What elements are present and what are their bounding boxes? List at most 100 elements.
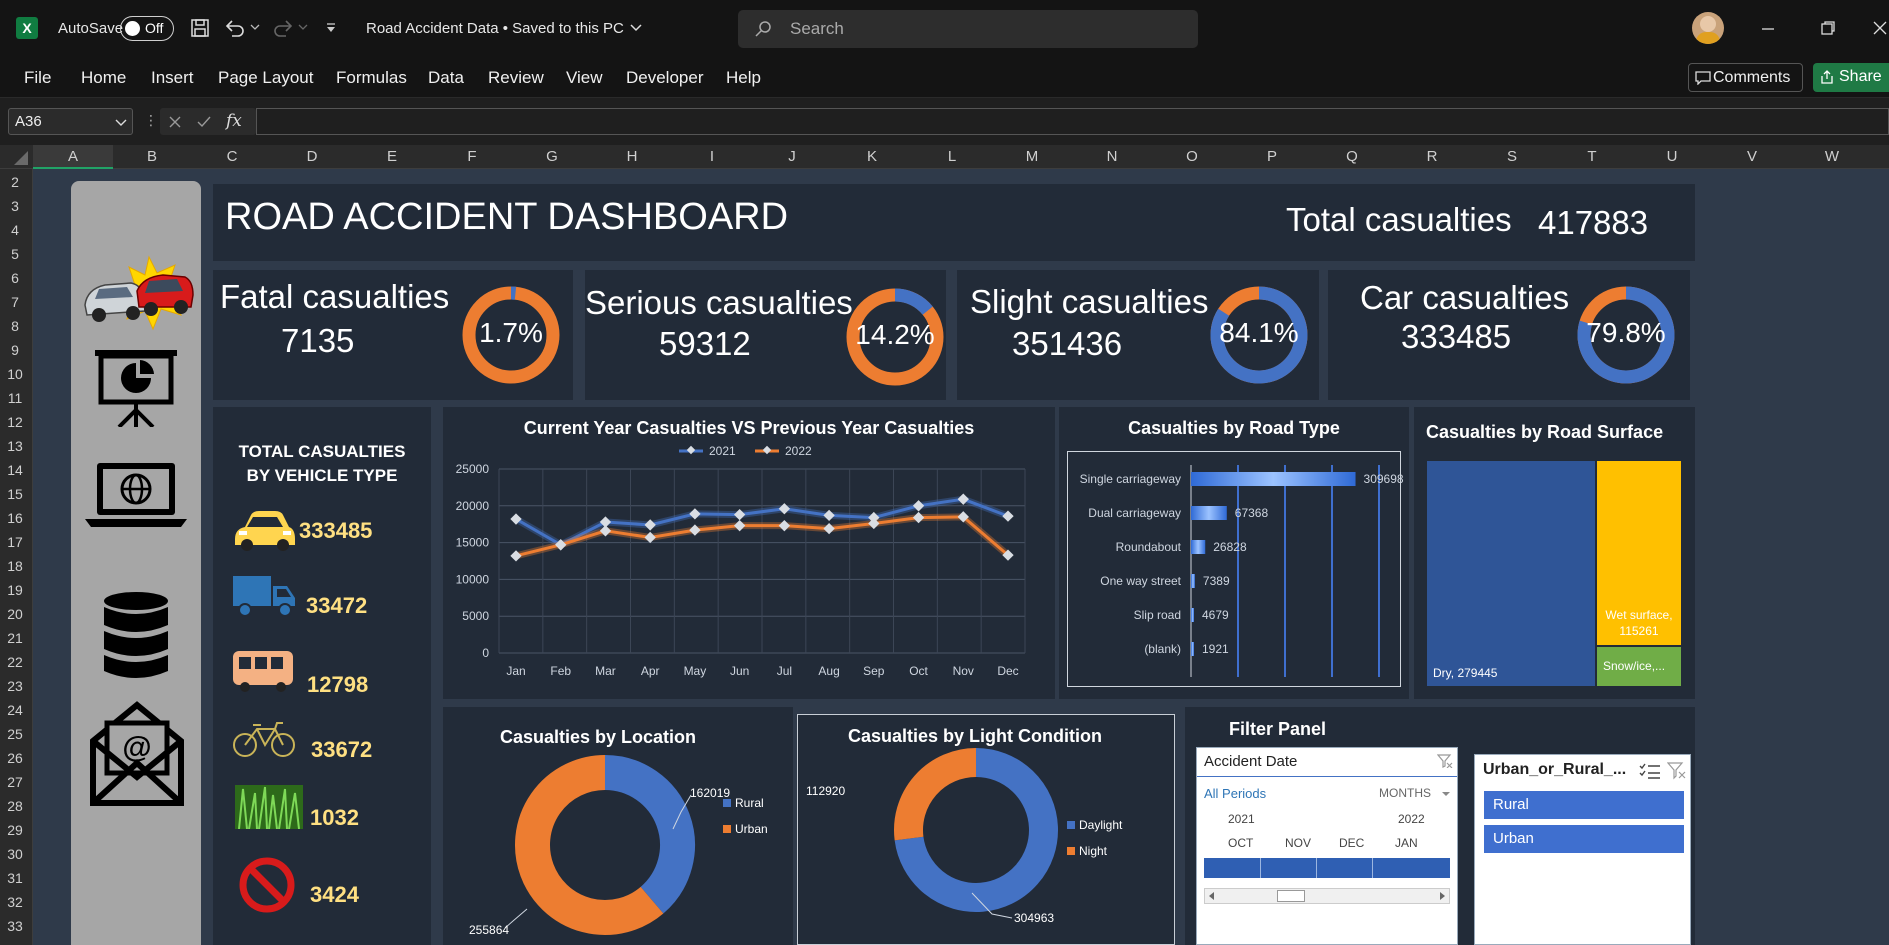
column-header[interactable]: G: [512, 148, 592, 165]
tab-file[interactable]: File: [24, 68, 51, 88]
slicer-item-urban[interactable]: Urban: [1484, 825, 1684, 853]
row-header[interactable]: 20: [0, 606, 30, 622]
date-timeline[interactable]: Accident Date All Periods MONTHS 2021 20…: [1196, 747, 1458, 945]
column-header[interactable]: K: [832, 148, 912, 165]
close-icon[interactable]: [1872, 20, 1888, 36]
row-header[interactable]: 4: [0, 222, 30, 238]
row-header[interactable]: 10: [0, 366, 30, 382]
column-header[interactable]: J: [752, 148, 832, 165]
column-header[interactable]: Q: [1312, 148, 1392, 165]
row-header[interactable]: 28: [0, 798, 30, 814]
multi-select-icon[interactable]: [1639, 762, 1661, 780]
row-header[interactable]: 9: [0, 342, 30, 358]
row-header[interactable]: 22: [0, 654, 30, 670]
scroll-thumb[interactable]: [1277, 890, 1305, 902]
row-header[interactable]: 2: [0, 174, 30, 190]
redo-icon[interactable]: [272, 18, 294, 38]
clear-filter-icon[interactable]: [1437, 754, 1453, 768]
tab-review[interactable]: Review: [488, 68, 544, 88]
slicer-item-rural[interactable]: Rural: [1484, 791, 1684, 819]
row-header[interactable]: 30: [0, 846, 30, 862]
row-header[interactable]: 8: [0, 318, 30, 334]
column-header[interactable]: W: [1792, 148, 1872, 165]
row-header[interactable]: 17: [0, 534, 30, 550]
laptop-globe-icon[interactable]: [83, 461, 189, 531]
column-header[interactable]: N: [1072, 148, 1152, 165]
save-icon[interactable]: [190, 18, 210, 38]
timeline-scrollbar[interactable]: [1204, 888, 1450, 904]
column-header[interactable]: E: [352, 148, 432, 165]
row-header[interactable]: 33: [0, 918, 30, 934]
column-header[interactable]: H: [592, 148, 672, 165]
tab-help[interactable]: Help: [726, 68, 761, 88]
column-header[interactable]: C: [192, 148, 272, 165]
chevron-down-icon[interactable]: [1441, 791, 1451, 797]
column-header[interactable]: R: [1392, 148, 1472, 165]
column-header[interactable]: P: [1232, 148, 1312, 165]
row-header[interactable]: 14: [0, 462, 30, 478]
tab-formulas[interactable]: Formulas: [336, 68, 407, 88]
column-header[interactable]: A: [33, 145, 113, 169]
scroll-left-icon[interactable]: [1207, 891, 1215, 901]
row-header[interactable]: 6: [0, 270, 30, 286]
row-header[interactable]: 11: [0, 390, 30, 406]
row-header[interactable]: 19: [0, 582, 30, 598]
presentation-icon[interactable]: [91, 347, 181, 427]
more-icon[interactable]: ⋮: [144, 112, 158, 129]
column-header[interactable]: T: [1552, 148, 1632, 165]
share-button[interactable]: Share: [1813, 63, 1889, 92]
timeline-range-bar[interactable]: [1204, 858, 1450, 878]
row-header[interactable]: 18: [0, 558, 30, 574]
row-header[interactable]: 3: [0, 198, 30, 214]
column-header[interactable]: O: [1152, 148, 1232, 165]
timeline-level[interactable]: MONTHS: [1379, 786, 1431, 800]
scroll-right-icon[interactable]: [1439, 891, 1447, 901]
column-header[interactable]: D: [272, 148, 352, 165]
enter-icon[interactable]: [196, 115, 212, 129]
search-box[interactable]: Search: [738, 10, 1198, 48]
column-header[interactable]: I: [672, 148, 752, 165]
column-header[interactable]: L: [912, 148, 992, 165]
chevron-down-icon[interactable]: [250, 24, 260, 32]
tab-data[interactable]: Data: [428, 68, 464, 88]
column-header[interactable]: M: [992, 148, 1072, 165]
row-header[interactable]: 32: [0, 894, 30, 910]
chevron-down-icon[interactable]: [298, 24, 308, 32]
row-header[interactable]: 16: [0, 510, 30, 526]
avatar[interactable]: [1692, 12, 1724, 44]
column-header[interactable]: B: [112, 148, 192, 165]
tab-insert[interactable]: Insert: [151, 68, 194, 88]
row-header[interactable]: 31: [0, 870, 30, 886]
formula-input[interactable]: [256, 108, 1889, 135]
row-header[interactable]: 12: [0, 414, 30, 430]
row-header[interactable]: 25: [0, 726, 30, 742]
column-header[interactable]: F: [432, 148, 512, 165]
row-header[interactable]: 23: [0, 678, 30, 694]
cancel-icon[interactable]: [168, 115, 182, 129]
comments-button[interactable]: Comments: [1688, 63, 1803, 92]
tab-view[interactable]: View: [566, 68, 603, 88]
column-header[interactable]: S: [1472, 148, 1552, 165]
select-all-icon[interactable]: [14, 151, 28, 165]
row-header[interactable]: 24: [0, 702, 30, 718]
email-icon[interactable]: @: [89, 701, 185, 807]
undo-icon[interactable]: [224, 18, 246, 38]
tab-page-layout[interactable]: Page Layout: [218, 68, 313, 88]
document-title[interactable]: Road Accident Data • Saved to this PC: [366, 20, 624, 37]
excel-icon[interactable]: X: [16, 17, 38, 39]
row-header[interactable]: 29: [0, 822, 30, 838]
chevron-down-icon[interactable]: [630, 24, 642, 32]
tab-developer[interactable]: Developer: [626, 68, 704, 88]
row-header[interactable]: 7: [0, 294, 30, 310]
insert-function-icon[interactable]: fx: [226, 111, 242, 131]
customize-toolbar-icon[interactable]: [325, 22, 337, 34]
minimize-icon[interactable]: [1760, 22, 1776, 36]
car-crash-icon[interactable]: [77, 249, 197, 339]
all-periods[interactable]: All Periods: [1204, 786, 1266, 801]
row-header[interactable]: 26: [0, 750, 30, 766]
column-header[interactable]: V: [1712, 148, 1792, 165]
database-icon[interactable]: [101, 591, 171, 681]
row-header[interactable]: 15: [0, 486, 30, 502]
row-header[interactable]: 13: [0, 438, 30, 454]
row-header[interactable]: 27: [0, 774, 30, 790]
